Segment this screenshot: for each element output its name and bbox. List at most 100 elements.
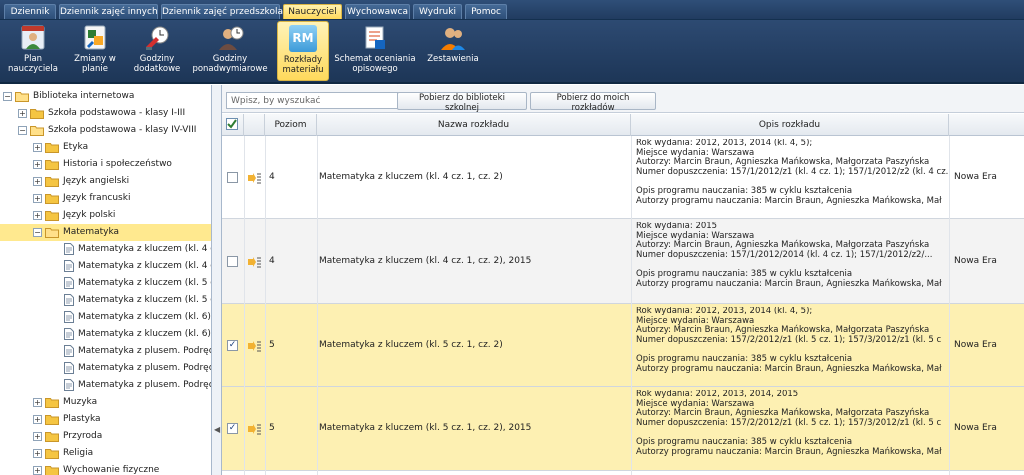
expand-icon[interactable]: + — [33, 177, 42, 186]
ribbon-zestawienia-button[interactable]: Zestawienia — [424, 21, 482, 81]
tree-item-label: Matematyka z kluczem (kl. 6) — [78, 312, 211, 322]
table-row[interactable]: ✓ 5 Matematyka z kluczem (kl. 5 cz. 1, cz.… — [222, 387, 1024, 471]
tree-item-label: Religia — [63, 448, 94, 458]
folder-open-icon — [30, 125, 44, 136]
plan-row-icon — [248, 256, 261, 268]
collapse-icon[interactable]: − — [3, 92, 12, 101]
tab-nauczyciel[interactable]: Nauczyciel — [283, 4, 342, 19]
description-line: Numer dopuszczenia: 157/1/2012/2014 (kl.… — [636, 250, 933, 261]
download-to-school-library-button[interactable]: Pobierz do biblioteki szkolnej — [397, 92, 527, 113]
plan-row-icon — [248, 423, 261, 435]
ribbon-godziny-ponadwymiarowe-button[interactable]: Godziny ponadwymiarowe — [190, 21, 270, 81]
table-row[interactable]: 4 Matematyka z kluczem (kl. 4 cz. 1, cz. … — [222, 136, 1024, 219]
tree-item-subject[interactable]: + Muzyka — [0, 394, 211, 411]
table-row[interactable]: ✓ 5 Matematyka z kluczem (kl. 5 cz. 1, cz.… — [222, 304, 1024, 387]
collapse-icon[interactable]: − — [33, 228, 42, 237]
expand-icon[interactable]: + — [33, 449, 42, 458]
column-divider — [949, 136, 950, 475]
expand-icon[interactable]: + — [33, 415, 42, 424]
select-all-checkbox-icon[interactable] — [226, 118, 239, 131]
ribbon-rozklady-materialu-button[interactable]: RM Rozkłady materiału — [277, 21, 329, 81]
select-all-header[interactable] — [222, 114, 244, 136]
folder-icon — [45, 465, 59, 475]
folder-icon — [45, 414, 59, 425]
tree-item-label: Wychowanie fizyczne — [63, 465, 160, 475]
tree-item-plan[interactable]: Matematyka z kluczem (kl. 4 c... — [0, 241, 211, 258]
tree-item-school-1-3[interactable]: + Szkoła podstawowa - klasy I-III — [0, 105, 211, 122]
expand-icon[interactable]: + — [33, 398, 42, 407]
row-level: 5 — [269, 340, 275, 350]
tab-wydruki[interactable]: Wydruki — [413, 4, 462, 19]
row-name: Matematyka z kluczem (kl. 5 cz. 1, cz. 2… — [319, 340, 503, 350]
tree-item-plan[interactable]: Matematyka z plusem. Podręc... — [0, 360, 211, 377]
name-column-header[interactable]: Nazwa rozkładu — [317, 114, 631, 136]
tree-item-root[interactable]: − Biblioteka internetowa — [0, 88, 211, 105]
tree-item-plan[interactable]: Matematyka z plusem. Podręc... — [0, 377, 211, 394]
tab-dziennik-zajec-innych[interactable]: Dziennik zajęć innych — [59, 4, 158, 19]
row-checkbox[interactable] — [227, 256, 238, 267]
ribbon-godziny-dodatkowe-button[interactable]: Godziny dodatkowe — [128, 21, 186, 81]
expand-icon[interactable]: + — [33, 194, 42, 203]
tree-item-plan[interactable]: Matematyka z kluczem (kl. 5 c... — [0, 275, 211, 292]
tree-item-subject[interactable]: + Język angielski — [0, 173, 211, 190]
tree-item-label: Matematyka z kluczem (kl. 5 c... — [78, 295, 212, 305]
row-description: Rok wydania: 2012, 2013, 2014, 2015 Miejs… — [636, 390, 948, 458]
search-input[interactable] — [226, 92, 398, 109]
tree-item-subject[interactable]: + Plastyka — [0, 411, 211, 428]
description-line: Numer dopuszczenia: 157/1/2012/z1 (kl. 4… — [636, 167, 948, 178]
document-icon — [64, 260, 74, 272]
tree-item-plan[interactable]: Matematyka z kluczem (kl. 6) — [0, 309, 211, 326]
icon-column-header — [244, 114, 265, 136]
tab-dziennik[interactable]: Dziennik — [4, 4, 56, 19]
publisher-column-header[interactable] — [949, 114, 1024, 136]
tree-item-matematyka[interactable]: − Matematyka — [0, 224, 211, 241]
table-row[interactable]: 4 Matematyka z kluczem (kl. 4 cz. 1, cz. … — [222, 219, 1024, 304]
description-line: Autorzy programu nauczania: Marcin Braun… — [636, 279, 942, 290]
reports-icon — [441, 28, 465, 50]
row-checkbox[interactable] — [227, 172, 238, 183]
ribbon-label-line1: Plan — [23, 54, 43, 64]
tree-item-plan[interactable]: Matematyka z plusem. Podręc... — [0, 343, 211, 360]
description-column-header[interactable]: Opis rozkładu — [631, 114, 949, 136]
expand-icon[interactable]: + — [18, 109, 27, 118]
description-line: Autorzy programu nauczania: Marcin Braun… — [636, 364, 942, 375]
row-checkbox[interactable]: ✓ — [227, 423, 238, 434]
rm-icon: RM — [289, 25, 317, 52]
expand-icon[interactable]: + — [33, 211, 42, 220]
tree-item-label: Plastyka — [63, 414, 101, 424]
tree-item-subject[interactable]: + Etyka — [0, 139, 211, 156]
grid-toolbar: Pobierz do biblioteki szkolnej Pobierz d… — [222, 85, 1024, 113]
tree-item-subject[interactable]: + Religia — [0, 445, 211, 462]
panel-splitter[interactable]: ◀ — [212, 85, 222, 475]
tree-item-plan[interactable]: Matematyka z kluczem (kl. 6), ... — [0, 326, 211, 343]
ribbon-label-line2: dodatkowe — [133, 64, 181, 74]
tree-item-subject[interactable]: + Język polski — [0, 207, 211, 224]
level-column-header[interactable]: Poziom — [265, 114, 317, 136]
row-checkbox[interactable]: ✓ — [227, 340, 238, 351]
download-to-my-plans-button[interactable]: Pobierz do moich rozkładów — [530, 92, 656, 113]
tree-item-subject[interactable]: + Przyroda — [0, 428, 211, 445]
expand-icon[interactable]: + — [33, 160, 42, 169]
ribbon-schemat-oceniania-button[interactable]: Schemat oceniania opisowego — [333, 21, 417, 81]
collapse-icon[interactable]: − — [18, 126, 27, 135]
overtime-hours-icon — [219, 26, 244, 50]
ribbon-zmiany-w-planie-button[interactable]: Zmiany w planie — [66, 21, 124, 81]
tab-pomoc[interactable]: Pomoc — [465, 4, 507, 19]
row-name: Matematyka z kluczem (kl. 5 cz. 1, cz. 2… — [319, 423, 532, 433]
expand-icon[interactable]: + — [33, 432, 42, 441]
expand-icon[interactable]: + — [33, 143, 42, 152]
tree-item-plan[interactable]: Matematyka z kluczem (kl. 4 c... — [0, 258, 211, 275]
collapse-arrow-icon[interactable]: ◀ — [214, 425, 220, 434]
row-level: 5 — [269, 423, 275, 433]
ribbon-plan-nauczyciela-button[interactable]: Plan nauczyciela — [4, 21, 62, 81]
tree-item-subject[interactable]: + Język francuski — [0, 190, 211, 207]
tab-dziennik-przedszkola[interactable]: Dziennik zajęć przedszkola — [161, 4, 283, 19]
expand-icon[interactable]: + — [33, 466, 42, 475]
description-line: Autorzy programu nauczania: Marcin Braun… — [636, 447, 942, 458]
folder-icon — [45, 193, 59, 204]
tree-item-subject[interactable]: + Historia i społeczeństwo — [0, 156, 211, 173]
tree-item-subject[interactable]: + Wychowanie fizyczne — [0, 462, 211, 475]
tab-wychowawca[interactable]: Wychowawca — [345, 4, 410, 19]
tree-item-school-4-8[interactable]: − Szkoła podstawowa - klasy IV-VIII — [0, 122, 211, 139]
tree-item-plan[interactable]: Matematyka z kluczem (kl. 5 c... — [0, 292, 212, 309]
